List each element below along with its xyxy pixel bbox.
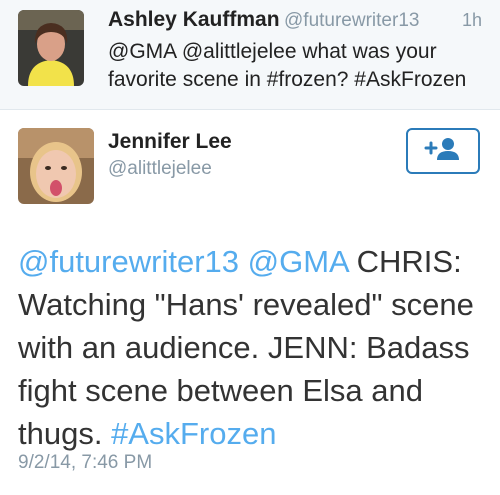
mention-link[interactable]: @GMA bbox=[248, 244, 348, 279]
add-user-icon bbox=[423, 136, 463, 167]
author-name[interactable]: Ashley Kauffman bbox=[108, 8, 280, 32]
avatar[interactable] bbox=[18, 128, 94, 204]
reply-text-line: favorite scene in #frozen? #AskFrozen bbox=[108, 68, 467, 91]
mention-link[interactable]: @futurewriter13 bbox=[18, 244, 239, 279]
author-handle[interactable]: @alittlejelee bbox=[108, 158, 212, 180]
tweet-time-ago: 1h bbox=[461, 10, 482, 30]
avatar[interactable] bbox=[18, 10, 84, 86]
follow-button[interactable] bbox=[406, 128, 480, 174]
reply-text-line: @GMA @alittlejelee what was your bbox=[108, 40, 437, 63]
reply-tweet-text: @GMA @alittlejelee what was your favorit… bbox=[108, 38, 493, 94]
tweet-timestamp: 9/2/14, 7:46 PM bbox=[18, 452, 153, 473]
author-handle[interactable]: @futurewriter13 bbox=[284, 10, 419, 32]
reply-tweet[interactable]: Ashley Kauffman @futurewriter13 1h @GMA … bbox=[0, 0, 500, 110]
hashtag-link[interactable]: #AskFrozen bbox=[111, 416, 276, 451]
author-name[interactable]: Jennifer Lee bbox=[108, 130, 232, 154]
tweet-text: @futurewriter13 @GMA CHRIS: Watching "Ha… bbox=[18, 240, 488, 455]
